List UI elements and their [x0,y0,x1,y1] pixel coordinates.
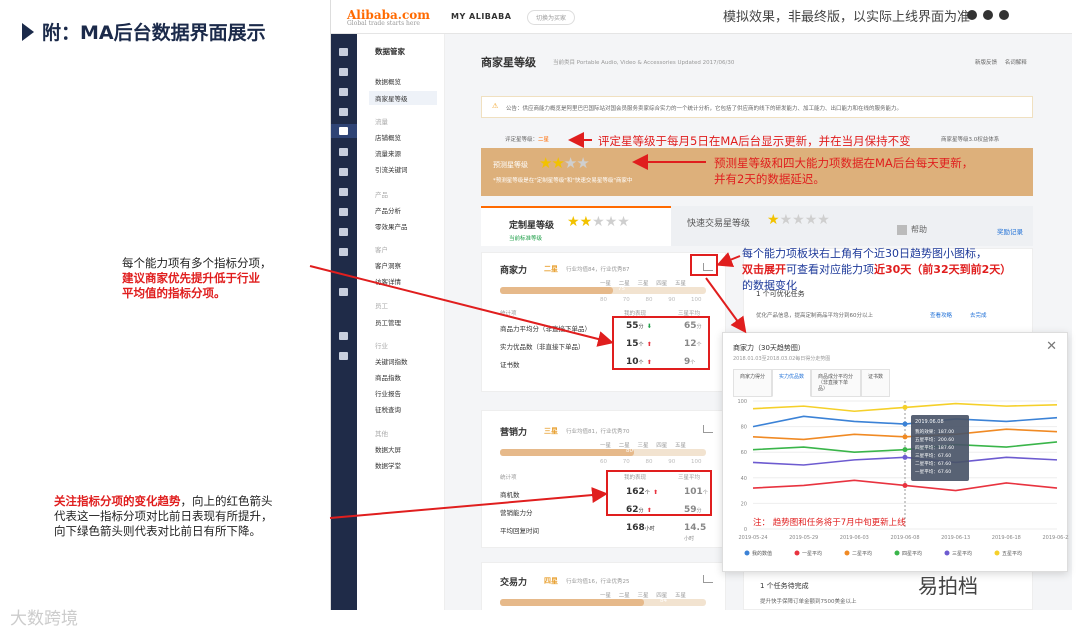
watermark-right: 易拍档 [918,574,978,598]
annotation-trend-line1: 每个能力项板块右上角有个近30日趋势图小图标， [742,247,987,260]
watermark-left: 大数跨境 [10,609,78,629]
annotation-rating: 评定星等级于每月5日在MA后台显示更新，并在当月保持不变 [598,134,911,148]
annotation-trend-line3: 的数据变化 [742,279,797,292]
arrow-left-1 [309,265,614,347]
arrow-modal [705,277,747,334]
annotation-predict: 预测星等级和四大能力项数据在MA后台每天更新， [714,156,974,170]
annotation-trend-line2: 双击展开可查看对应能力项近30天（前32天到前2天） [742,263,1012,276]
arrow-trend [716,252,741,267]
annotation-trend: 每个能力项板块右上角有个近30日趋势图小图标， 双击展开可查看对应能力项近30天… [742,246,1078,294]
note-left-2: 关注指标分项的变化趋势，向上的红色箭头 代表这一指标分项对比前日表现有所提升， … [54,494,273,538]
arrow-left-2 [329,487,608,519]
annotation-predict-2: 并有2天的数据延迟。 [714,172,825,186]
slide: 附：MA后台数据界面展示 Alibaba.com Global trade st… [0,0,1080,633]
note-left-1: 每个能力项有多个指标分项， 建议商家优先提升低于行业 平均值的指标分项。 [122,256,272,300]
